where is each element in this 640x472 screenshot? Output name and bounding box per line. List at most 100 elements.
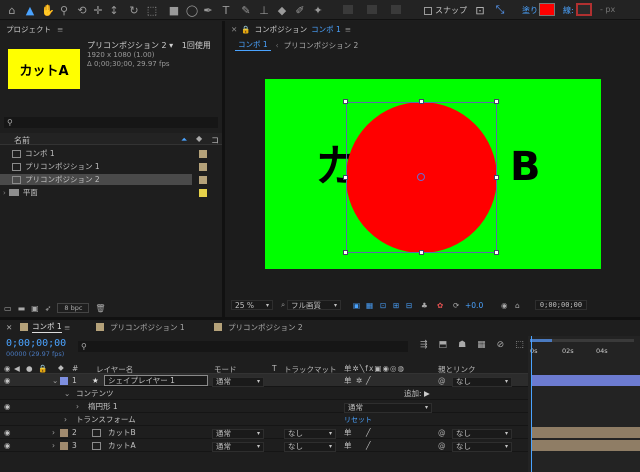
render-icon[interactable]: ➶ — [45, 304, 52, 313]
chevron-right-icon[interactable]: › — [52, 439, 55, 452]
shy-icon[interactable]: ☗ — [458, 340, 466, 350]
menu-icon[interactable]: ≡ — [57, 25, 63, 34]
show-snapshot-icon[interactable]: ⌂ — [515, 301, 520, 310]
fill-color-swatch[interactable] — [539, 3, 555, 16]
align-icon[interactable] — [343, 5, 353, 14]
grid-icon[interactable]: ⊟ — [406, 301, 412, 310]
switch-collapse-icon[interactable]: 单 — [344, 426, 352, 439]
rectangle-tool-icon[interactable]: ■ — [166, 2, 182, 18]
layer-row-2[interactable]: ◉ › 2 カットB 通常 ▾ なし ▾ 单 ╱ @ なし ▾ — [0, 426, 528, 439]
chevron-right-icon[interactable]: › — [3, 189, 6, 197]
quality-dropdown[interactable]: フル画質 ▾ — [287, 300, 341, 310]
close-icon[interactable]: ✕ — [231, 25, 237, 34]
property-group-transform[interactable]: › トランスフォーム リセット — [0, 413, 528, 426]
pickwhip-icon[interactable]: @ — [438, 426, 446, 439]
item-name[interactable]: プリコンポジション 2 ▾ 1回使用 — [87, 40, 211, 51]
selection-tool-icon[interactable]: ▲ — [22, 2, 38, 18]
parent-dropdown[interactable]: なし ▾ — [452, 376, 512, 387]
tab-precomp-1[interactable]: プリコンポジション 1 — [110, 322, 185, 333]
handle[interactable] — [343, 175, 348, 180]
region-icon[interactable]: ▣ — [353, 301, 360, 310]
new-composition-icon[interactable]: ▣ — [31, 304, 39, 313]
handle[interactable] — [419, 99, 424, 104]
trackmatte-dropdown[interactable]: なし ▾ — [284, 428, 336, 439]
label-swatch[interactable] — [199, 188, 207, 197]
property-group-ellipse[interactable]: ◉ › 楕円形 1 通常 ▾ — [0, 400, 528, 413]
switch-slash-icon[interactable]: ╱ — [366, 439, 371, 452]
timeline-track-area[interactable] — [528, 336, 640, 472]
label-swatch[interactable] — [199, 176, 207, 184]
exposure-value[interactable]: +0.0 — [465, 301, 483, 310]
switch-slash-icon[interactable]: ╱ — [366, 426, 371, 439]
label-swatch[interactable] — [60, 376, 68, 385]
layer-bar-1[interactable] — [532, 375, 640, 386]
layer-bar-3[interactable] — [532, 440, 640, 451]
timeline-search-input[interactable]: ⚲ — [78, 341, 408, 352]
color-management-icon[interactable]: ✿ — [437, 301, 443, 310]
eraser-tool-icon[interactable]: ◆ — [274, 2, 290, 18]
layer-bar-2[interactable] — [532, 427, 640, 438]
graph-editor-icon[interactable]: ⬚ — [515, 340, 524, 350]
layer-row-1[interactable]: ◉ ⌄ 1 ★ シェイプレイヤー 1 通常 ▾ 单 ✲ ╱ @ なし ▾ — [0, 374, 528, 387]
list-item-selected[interactable]: プリコンポジション 2 — [0, 174, 192, 185]
list-item[interactable]: プリコンポジション 1 — [0, 161, 222, 172]
snapshot-icon[interactable]: ◉ — [501, 301, 508, 310]
mode-dropdown[interactable]: 通常 ▾ — [212, 376, 264, 387]
mode-dropdown[interactable]: 通常 ▾ — [212, 441, 264, 452]
mode-dropdown[interactable]: 通常 ▾ — [212, 428, 264, 439]
tab-precomp-2[interactable]: プリコンポジション 2 — [228, 322, 303, 333]
label-swatch[interactable] — [199, 149, 207, 158]
parent-dropdown[interactable]: なし ▾ — [452, 428, 512, 439]
handle[interactable] — [494, 175, 499, 180]
label-icon[interactable]: ◆ — [196, 134, 202, 143]
chevron-right-icon[interactable]: › — [52, 426, 55, 439]
guides-icon[interactable]: ⊞ — [393, 301, 399, 310]
snap-options-icon[interactable]: ⊡ — [472, 2, 488, 18]
snap-target-icon[interactable]: ⤡ — [492, 2, 508, 18]
resolution-icon[interactable]: ⌕ — [281, 300, 285, 310]
zoom-tool-icon[interactable]: ⚲ — [56, 2, 72, 18]
eye-icon[interactable]: ◉ — [4, 374, 11, 387]
interpret-footage-icon[interactable]: ▭ — [4, 304, 12, 313]
time-ruler[interactable]: 0s 02s 04s — [528, 336, 640, 360]
lock-icon[interactable]: 🔒 — [241, 25, 250, 34]
tab-comp-1[interactable]: コンポ 1 — [32, 321, 62, 333]
tab-comp-1[interactable]: コンポ 1 — [235, 39, 271, 51]
eye-icon[interactable]: ◉ — [4, 439, 11, 452]
chevron-right-icon[interactable]: › — [64, 413, 67, 426]
sort-icon[interactable]: ⏶ — [181, 135, 187, 145]
lock-icon[interactable]: 🔒 — [38, 364, 47, 373]
align-icon[interactable] — [391, 5, 401, 14]
reset-link[interactable]: リセット — [344, 413, 372, 426]
exposure-reset-icon[interactable]: ⟳ — [453, 301, 459, 310]
blend-mode-dropdown[interactable]: 通常 ▾ — [344, 402, 432, 413]
pen-tool-icon[interactable]: ✒ — [200, 2, 216, 18]
home-icon[interactable]: ⌂ — [4, 2, 20, 18]
col-t[interactable]: T — [272, 364, 277, 373]
pickwhip-icon[interactable]: @ — [438, 374, 446, 387]
col-type[interactable]: コ — [211, 135, 219, 146]
work-area-range[interactable] — [530, 339, 552, 342]
timeline-timecode[interactable]: 0;00;00;00 — [6, 338, 66, 349]
hand-tool-icon[interactable]: ✋ — [40, 2, 56, 18]
pan-tool-icon[interactable]: ✛ — [90, 2, 106, 18]
switch-quality-icon[interactable]: ✲ — [356, 374, 362, 387]
roto-brush-icon[interactable]: ✐ — [292, 2, 308, 18]
mask-visibility-icon[interactable]: ⊡ — [380, 301, 386, 310]
new-folder-icon[interactable]: ▬ — [18, 304, 26, 313]
clone-tool-icon[interactable]: ⊥ — [256, 2, 272, 18]
composition-canvas[interactable]: カ B — [265, 79, 601, 269]
list-item[interactable]: コンポ 1 — [0, 148, 222, 159]
draft-3d-icon[interactable]: ⬒ — [439, 340, 448, 350]
trash-icon[interactable]: 🗑 — [95, 304, 105, 313]
checkbox-icon[interactable] — [424, 6, 432, 15]
list-item[interactable]: › 平面 — [0, 187, 222, 198]
switches-header-icons[interactable]: 单✲╲fx▣◉◎◍ — [344, 363, 405, 374]
eye-icon[interactable]: ◉ — [4, 400, 11, 413]
col-name[interactable]: 名前 — [14, 135, 30, 146]
layer-name-field[interactable]: シェイプレイヤー 1 — [104, 375, 208, 386]
label-swatch[interactable] — [60, 428, 68, 437]
rotate-tool-icon[interactable]: ↻ — [126, 2, 142, 18]
dolly-tool-icon[interactable]: ↕ — [106, 2, 122, 18]
tab-precomp-2[interactable]: プリコンポジション 2 — [284, 40, 359, 51]
